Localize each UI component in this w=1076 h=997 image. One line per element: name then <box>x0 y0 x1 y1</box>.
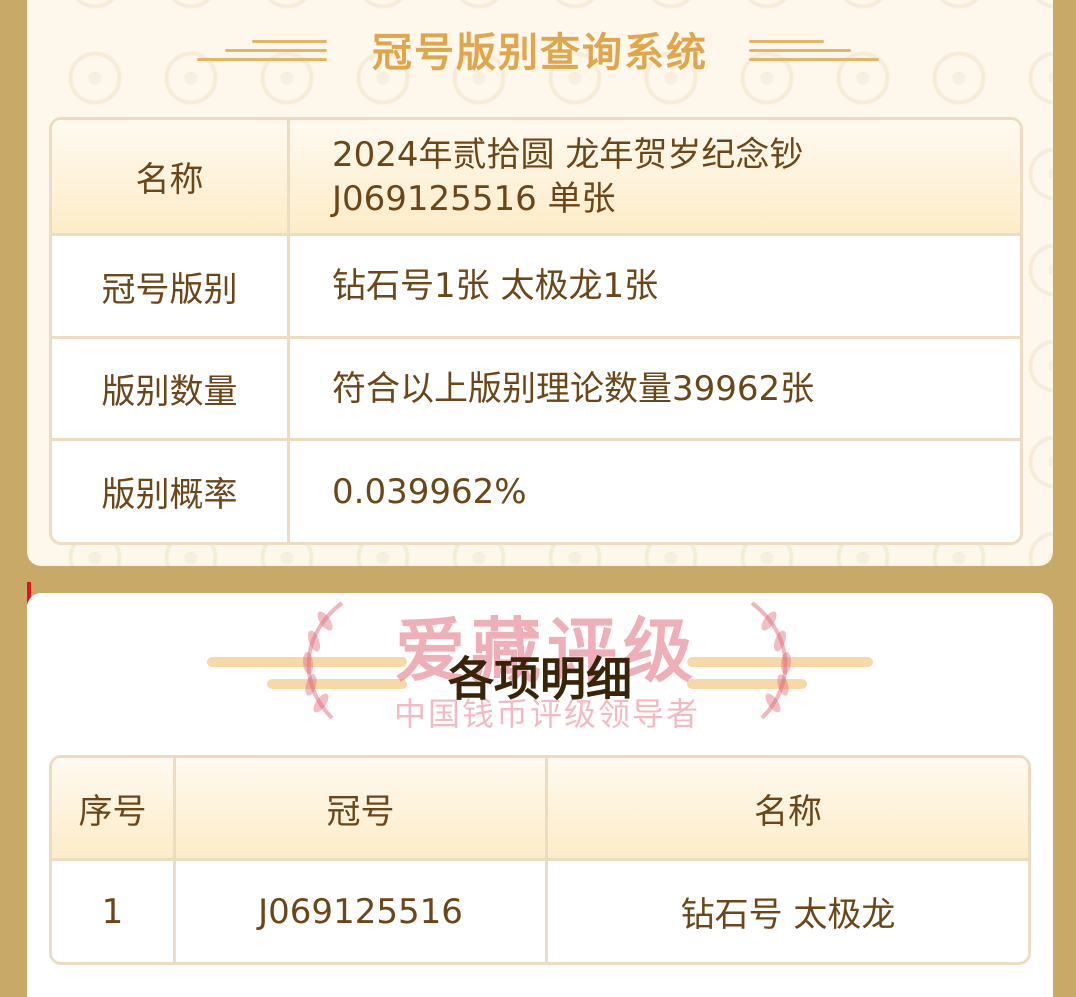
title-decoration-right <box>749 40 879 64</box>
details-table: 序号 冠号 名称 1 J069125516 钻石号 太极龙 <box>49 755 1031 965</box>
info-value: 钻石号1张 太极龙1张 <box>332 266 659 306</box>
column-header: 冠号 <box>176 758 548 858</box>
system-title-row: 冠号版别查询系统 <box>27 14 1053 76</box>
details-panel: 爱藏评级 中国钱币评级领导者 各项明细 序号 冠号 名称 1 J06912551… <box>27 593 1053 997</box>
info-value: 0.039962% <box>332 471 527 512</box>
info-table: 名称 2024年贰拾圆 龙年贺岁纪念钞 J069125516 单张 冠号版别 钻… <box>49 117 1023 545</box>
info-key: 版别概率 <box>52 441 290 542</box>
info-value: 符合以上版别理论数量39962张 <box>332 368 815 409</box>
info-key: 冠号版别 <box>52 236 290 336</box>
table-row: 1 J069125516 钻石号 太极龙 <box>52 861 1028 962</box>
column-header: 序号 <box>52 758 176 858</box>
table-cell-name: 钻石号 太极龙 <box>680 895 896 935</box>
info-row-probability: 版别概率 0.039962% <box>52 441 1020 542</box>
table-cell-index: 1 <box>52 861 176 962</box>
info-row-serial-type: 冠号版别 钻石号1张 太极龙1张 <box>52 236 1020 339</box>
details-title: 各项明细 <box>448 652 632 706</box>
table-header-row: 序号 冠号 名称 <box>52 758 1028 861</box>
system-title: 冠号版别查询系统 <box>372 30 708 76</box>
query-result-panel: 冠号版别查询系统 名称 2024年贰拾圆 龙年贺岁纪念钞 J069125516 … <box>27 0 1053 566</box>
info-row-type-count: 版别数量 符合以上版别理论数量39962张 <box>52 339 1020 441</box>
info-key: 名称 <box>52 120 290 233</box>
info-key: 版别数量 <box>52 339 290 438</box>
info-value: 2024年贰拾圆 龙年贺岁纪念钞 J069125516 单张 <box>332 134 804 219</box>
info-row-name: 名称 2024年贰拾圆 龙年贺岁纪念钞 J069125516 单张 <box>52 120 1020 236</box>
column-header: 名称 <box>754 791 822 832</box>
table-cell-serial: J069125516 <box>176 861 548 962</box>
